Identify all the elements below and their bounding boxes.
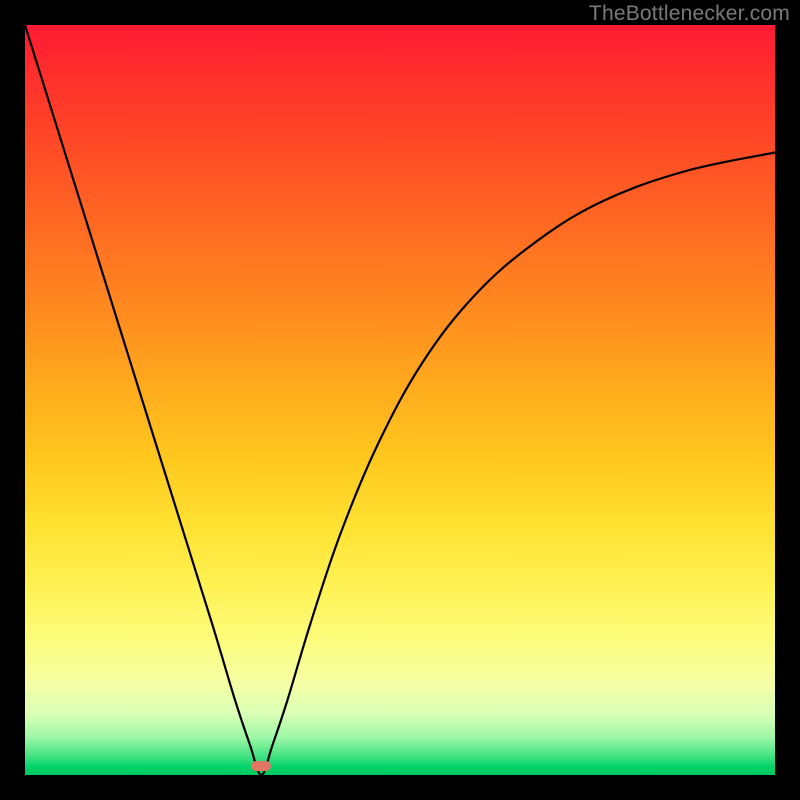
chart-frame (0, 0, 800, 800)
watermark-text: TheBottlenecker.com (589, 2, 790, 26)
